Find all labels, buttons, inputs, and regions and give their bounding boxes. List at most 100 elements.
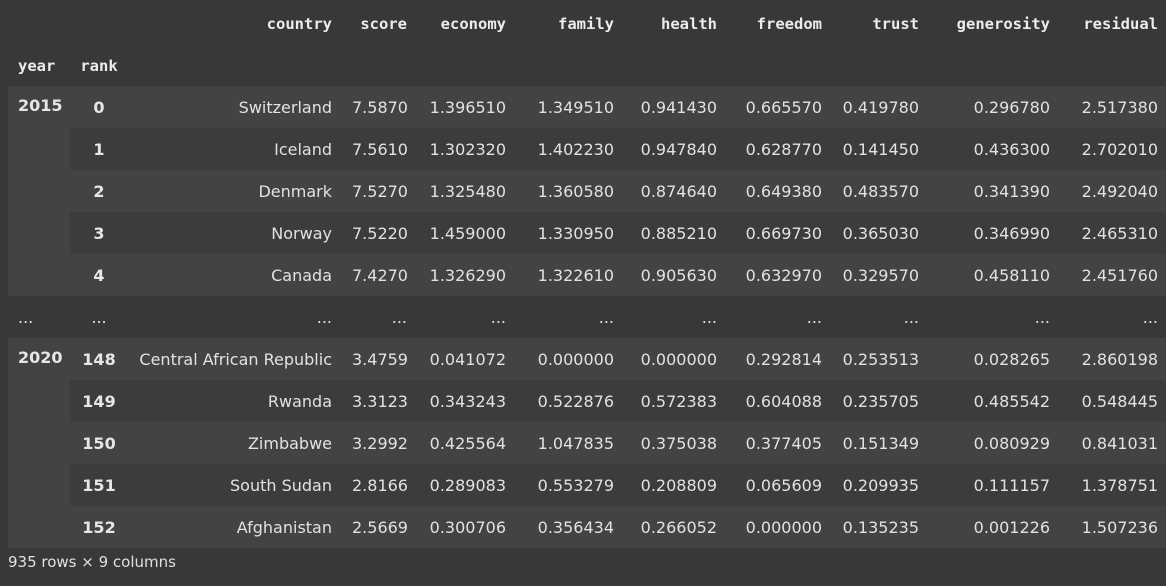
value-cell: 0.356434 [516,506,624,548]
value-cell: 1.326290 [417,254,516,296]
value-cell: 1.325480 [417,170,516,212]
value-cell: 7.5870 [342,86,417,128]
ellipsis-cell: ... [516,296,624,338]
value-cell: 0.266052 [624,506,727,548]
ellipsis-cell: ... [8,296,70,338]
table-row: 4 Canada 7.4270 1.326290 1.322610 0.905630 0.6… [8,254,1166,296]
blank-header-cell [70,0,128,46]
value-cell: 0.885210 [624,212,727,254]
value-cell: 2.8166 [342,464,417,506]
value-cell: 0.941430 [624,86,727,128]
value-cell: 2.860198 [1060,338,1166,380]
country-cell: Canada [128,254,342,296]
table-row: 151 South Sudan 2.8166 0.289083 0.553279 0.20… [8,464,1166,506]
value-cell: 0.141450 [832,128,929,170]
value-cell: 0.548445 [1060,380,1166,422]
table-body: 2015 0 Switzerland 7.5870 1.396510 1.349510 0.… [8,86,1166,548]
column-names-row: country score economy family health free… [8,0,1166,46]
value-cell: 2.702010 [1060,128,1166,170]
value-cell: 0.522876 [516,380,624,422]
value-cell: 0.572383 [624,380,727,422]
value-cell: 2.492040 [1060,170,1166,212]
value-cell: 0.425564 [417,422,516,464]
blank-header-cell [832,46,929,86]
country-cell: Norway [128,212,342,254]
rank-index-cell: 4 [70,254,128,296]
blank-header-cell [417,46,516,86]
value-cell: 2.5669 [342,506,417,548]
table-row: 149 Rwanda 3.3123 0.343243 0.522876 0.572383 0… [8,380,1166,422]
value-cell: 0.905630 [624,254,727,296]
value-cell: 0.649380 [727,170,832,212]
value-cell: 1.378751 [1060,464,1166,506]
value-cell: 0.292814 [727,338,832,380]
column-header: country [128,0,342,46]
rank-index-cell: 3 [70,212,128,254]
value-cell: 1.047835 [516,422,624,464]
rank-index-cell: 150 [70,422,128,464]
table-row: 2015 0 Switzerland 7.5870 1.396510 1.349510 0.… [8,86,1166,296]
value-cell: 1.360580 [516,170,624,212]
ellipsis-cell: ... [727,296,832,338]
column-header: generosity [929,0,1060,46]
rank-index-cell: 148 [70,338,128,380]
blank-header-cell [8,0,70,46]
value-cell: 0.000000 [624,338,727,380]
value-cell: 0.000000 [516,338,624,380]
value-cell: 0.329570 [832,254,929,296]
value-cell: 0.253513 [832,338,929,380]
value-cell: 0.947840 [624,128,727,170]
value-cell: 0.375038 [624,422,727,464]
country-cell: Switzerland [128,86,342,128]
value-cell: 0.346990 [929,212,1060,254]
ellipsis-cell: ... [624,296,727,338]
value-cell: 1.330950 [516,212,624,254]
column-header: score [342,0,417,46]
country-cell: Central African Republic [128,338,342,380]
value-cell: 0.001226 [929,506,1060,548]
column-header: trust [832,0,929,46]
value-cell: 7.5220 [342,212,417,254]
year-index-cell: 2020 [8,338,70,548]
country-cell: Iceland [128,128,342,170]
value-cell: 1.402230 [516,128,624,170]
blank-header-cell [342,46,417,86]
country-cell: Afghanistan [128,506,342,548]
value-cell: 3.3123 [342,380,417,422]
country-cell: South Sudan [128,464,342,506]
value-cell: 1.322610 [516,254,624,296]
ellipsis-cell: ... [128,296,342,338]
ellipsis-cell: ... [832,296,929,338]
column-header: residual [1060,0,1166,46]
value-cell: 0.151349 [832,422,929,464]
table-header: country score economy family health free… [8,0,1166,86]
value-cell: 0.483570 [832,170,929,212]
ellipsis-row: ................................. [8,296,1166,338]
value-cell: 0.604088 [727,380,832,422]
index-name-year: year [8,46,70,86]
rank-index-cell: 151 [70,464,128,506]
value-cell: 3.4759 [342,338,417,380]
value-cell: 0.296780 [929,86,1060,128]
value-cell: 0.343243 [417,380,516,422]
rank-index-cell: 152 [70,506,128,548]
ellipsis-cell: ... [342,296,417,338]
value-cell: 0.111157 [929,464,1060,506]
blank-header-cell [929,46,1060,86]
value-cell: 0.632970 [727,254,832,296]
value-cell: 0.377405 [727,422,832,464]
table-row: 150 Zimbabwe 3.2992 0.425564 1.047835 0.37503… [8,422,1166,464]
country-cell: Denmark [128,170,342,212]
value-cell: 0.209935 [832,464,929,506]
blank-header-cell [727,46,832,86]
value-cell: 0.365030 [832,212,929,254]
value-cell: 0.289083 [417,464,516,506]
ellipsis-cell: ... [1060,296,1166,338]
value-cell: 1.507236 [1060,506,1166,548]
ellipsis-cell: ... [929,296,1060,338]
value-cell: 0.028265 [929,338,1060,380]
value-cell: 0.300706 [417,506,516,548]
table-row: 2020 148 Central African Republic 3.4759 0.0… [8,338,1166,548]
value-cell: 0.341390 [929,170,1060,212]
value-cell: 0.135235 [832,506,929,548]
